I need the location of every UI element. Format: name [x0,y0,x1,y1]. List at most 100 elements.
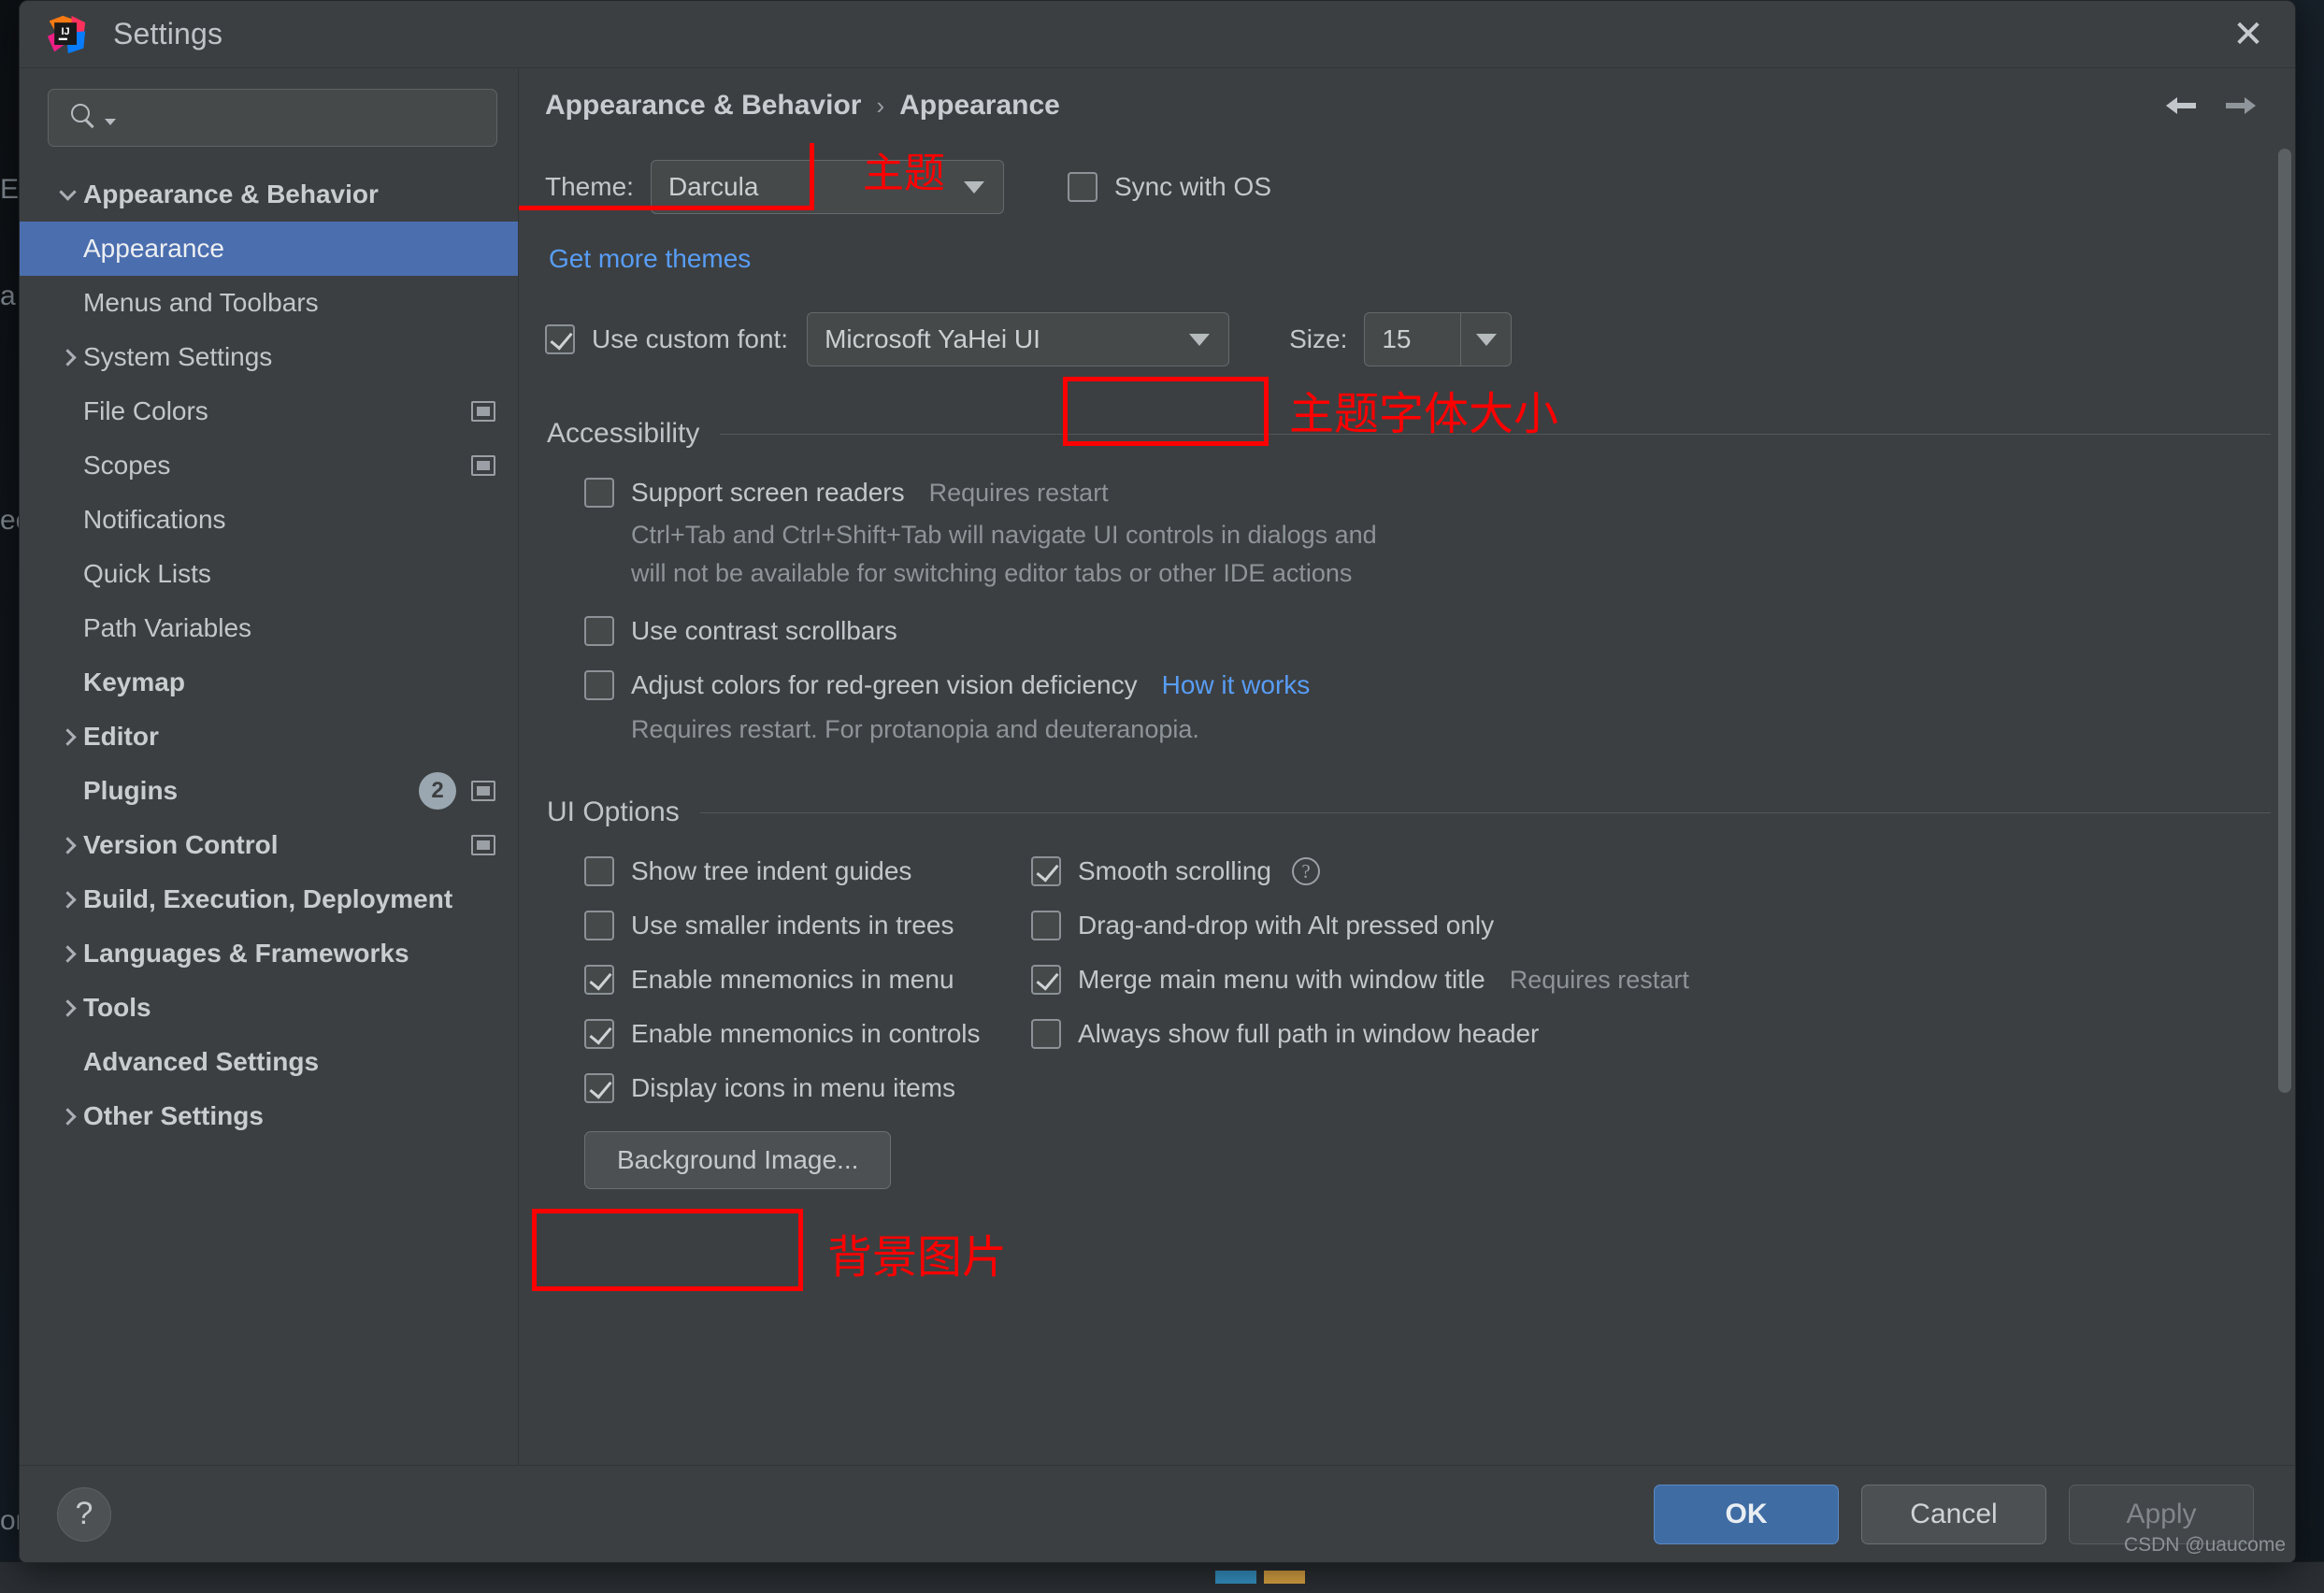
red-green-row: Adjust colors for red-green vision defic… [584,670,2271,701]
theme-select[interactable]: Darcula [650,160,1004,214]
sidebar-item-label: Advanced Settings [83,1047,320,1076]
sidebar-item-appearance-behavior[interactable]: Appearance & Behavior [20,167,518,222]
chevron-right-icon[interactable] [51,944,83,963]
screen-readers-hint-line2: will not be available for switching edit… [631,559,1353,588]
status-chip-blue [1215,1571,1256,1584]
background-image-row: Background Image... [584,1131,2271,1190]
always-show-full-path-in-window-header-row: Always show full path in window header [1031,1019,2271,1050]
smooth-scrolling-label: Smooth scrolling [1078,856,1271,886]
how-it-works-link[interactable]: How it works [1162,670,1311,700]
chevron-down-icon[interactable] [51,183,83,201]
ide-status-bar [0,1561,2324,1593]
sidebar-item-quick-lists[interactable]: Quick Lists [20,547,518,601]
backdrop-text-fragment: E [0,174,20,205]
arrow-right-icon[interactable] [2211,81,2271,130]
show-tree-indent-guides-checkbox[interactable] [584,856,614,887]
sidebar-item-build-execution-deployment[interactable]: Build, Execution, Deployment [20,872,518,926]
merge-main-menu-with-window-title-label: Merge main menu with window title [1078,965,1485,995]
search-icon [71,104,99,132]
chevron-right-icon[interactable] [51,727,83,746]
get-more-themes-link[interactable]: Get more themes [549,244,751,274]
merge-main-menu-with-window-title-checkbox[interactable] [1031,965,1061,996]
chevron-right-icon[interactable] [51,348,83,366]
search-box[interactable] [48,89,497,147]
background-image-annotation-box [532,1209,803,1291]
project-level-setting-icon [471,835,495,855]
sidebar-item-appearance[interactable]: Appearance [20,222,518,276]
chevron-right-icon[interactable] [51,1107,83,1126]
contrast-scrollbars-checkbox[interactable] [584,616,614,647]
sidebar-item-other-settings[interactable]: Other Settings [20,1089,518,1143]
font-size-dropdown-button[interactable] [1460,313,1511,366]
smooth-scrolling-row: Smooth scrolling? [1031,856,2271,887]
red-green-hint: Requires restart. For protanopia and deu… [631,715,1199,744]
use-custom-font-label: Use custom font: [592,324,789,353]
sidebar-item-label: Languages & Frameworks [83,939,409,968]
sidebar-item-scopes[interactable]: Scopes [20,438,518,493]
breadcrumb: Appearance & Behavior › Appearance [519,68,2295,143]
enable-mnemonics-in-menu-label: Enable mnemonics in menu [631,965,954,995]
screen-readers-hint-line1: Ctrl+Tab and Ctrl+Shift+Tab will navigat… [631,521,1377,549]
cancel-button[interactable]: Cancel [1861,1484,2046,1544]
project-level-setting-icon [471,455,495,476]
font-size-select[interactable]: 15 [1364,312,1513,366]
use-smaller-indents-in-trees-checkbox[interactable] [584,911,614,941]
sidebar-item-keymap[interactable]: Keymap [20,655,518,710]
always-show-full-path-in-window-header-checkbox[interactable] [1031,1019,1061,1050]
sidebar-item-version-control[interactable]: Version Control [20,818,518,872]
ui-options-left-column: Show tree indent guides Use smaller inden… [545,832,1022,1104]
sidebar-item-menus-and-toolbars[interactable]: Menus and Toolbars [20,276,518,330]
background-image-button[interactable]: Background Image... [584,1131,892,1190]
smooth-scrolling-checkbox[interactable] [1031,856,1061,887]
group-divider [720,433,2271,435]
chevron-right-icon[interactable] [51,836,83,854]
red-green-checkbox[interactable] [584,670,614,701]
font-family-select[interactable]: Microsoft YaHei UI [807,312,1230,366]
ok-button[interactable]: OK [1654,1484,1839,1544]
sidebar-item-label: Keymap [83,667,185,696]
help-question-icon[interactable]: ? [1291,857,1320,886]
breadcrumb-separator: › [876,91,885,120]
sidebar-item-label: Tools [83,993,151,1022]
dialog-body: Appearance & Behavior Appearance Menus and… [20,68,2295,1465]
project-level-setting-icon [471,401,495,422]
search-input[interactable] [116,103,481,133]
arrow-left-icon[interactable] [2151,81,2211,130]
sidebar-item-label: Menus and Toolbars [83,288,319,317]
sidebar-item-system-settings[interactable]: System Settings [20,330,518,384]
sync-with-os-checkbox[interactable] [1067,172,1097,202]
dialog-footer: ? OK Cancel Apply [20,1465,2295,1562]
enable-mnemonics-in-controls-row: Enable mnemonics in controls [584,1019,1022,1050]
dialog-title: Settings [113,17,223,50]
help-icon[interactable]: ? [57,1486,111,1542]
display-icons-in-menu-items-checkbox[interactable] [584,1073,614,1104]
close-icon[interactable]: ✕ [2222,8,2274,61]
sidebar-item-advanced-settings[interactable]: Advanced Settings [20,1035,518,1089]
sidebar-item-tools[interactable]: Tools [20,981,518,1035]
sidebar-item-notifications[interactable]: Notifications [20,493,518,547]
enable-mnemonics-in-controls-checkbox[interactable] [584,1019,614,1050]
support-screen-readers-checkbox[interactable] [584,478,614,508]
chevron-right-icon[interactable] [51,998,83,1017]
settings-tree: Appearance & Behavior Appearance Menus and… [20,164,518,1465]
chevron-down-icon [1189,333,1211,346]
sidebar-item-editor[interactable]: Editor [20,710,518,764]
sidebar-item-plugins[interactable]: Plugins 2 [20,764,518,818]
sidebar-item-path-variables[interactable]: Path Variables [20,601,518,655]
enable-mnemonics-in-menu-checkbox[interactable] [584,965,614,996]
sidebar-item-languages-frameworks[interactable]: Languages & Frameworks [20,926,518,981]
font-family-value: Microsoft YaHei UI [825,324,1040,353]
always-show-full-path-in-window-header-label: Always show full path in window header [1078,1019,1540,1049]
content-scrollbar[interactable] [2278,149,2291,1093]
use-custom-font-checkbox[interactable] [545,324,575,354]
drag-and-drop-with-alt-pressed-only-checkbox[interactable] [1031,911,1061,941]
sidebar-item-file-colors[interactable]: File Colors [20,384,518,438]
breadcrumb-parent[interactable]: Appearance & Behavior [545,90,861,122]
chevron-right-icon[interactable] [51,890,83,909]
show-tree-indent-guides-row: Show tree indent guides [584,856,1022,887]
display-icons-in-menu-items-label: Display icons in menu items [631,1073,956,1103]
status-chip-yellow [1264,1571,1305,1584]
chevron-down-icon[interactable] [105,118,116,125]
theme-value: Darcula [667,172,759,201]
show-tree-indent-guides-label: Show tree indent guides [631,856,912,886]
